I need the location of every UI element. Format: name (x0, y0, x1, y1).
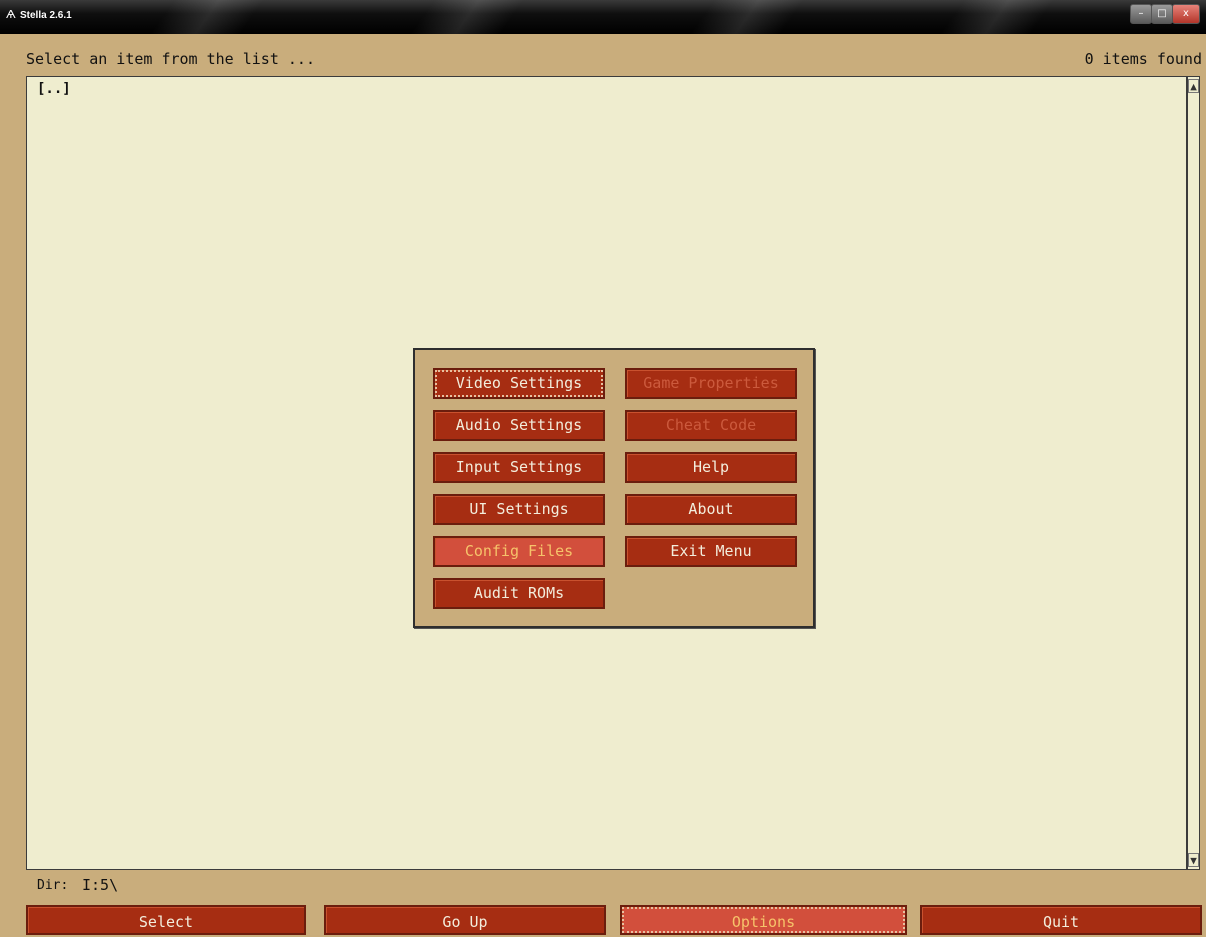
select-button[interactable]: Select (26, 905, 306, 935)
list-scrollbar[interactable]: ▲ ▼ (1187, 76, 1200, 870)
scroll-down-arrow-icon[interactable]: ▼ (1188, 853, 1199, 867)
title-bar-shine (678, 0, 812, 34)
window-title: Stella 2.6.1 (20, 10, 72, 21)
input-settings-button[interactable]: Input Settings (433, 452, 605, 483)
maximize-button[interactable]: □ (1151, 4, 1173, 24)
go-up-button[interactable]: Go Up (324, 905, 606, 935)
video-settings-button[interactable]: Video Settings (433, 368, 605, 399)
cheat-code-button[interactable]: Cheat Code (625, 410, 797, 441)
audit-roms-button[interactable]: Audit ROMs (433, 578, 605, 609)
ui-settings-button[interactable]: UI Settings (433, 494, 605, 525)
items-found-count: 0 items found (1084, 50, 1202, 68)
about-button[interactable]: About (625, 494, 797, 525)
dir-path: I:5\ (82, 876, 119, 894)
help-button[interactable]: Help (625, 452, 797, 483)
exit-menu-button[interactable]: Exit Menu (625, 536, 797, 567)
dir-label: Dir: (37, 878, 69, 893)
title-bar-shine (398, 0, 532, 34)
quit-button[interactable]: Quit (920, 905, 1202, 935)
minimize-button[interactable]: – (1130, 4, 1152, 24)
close-button[interactable]: x (1172, 4, 1200, 24)
atari-logo-icon: Ѧ (6, 8, 16, 21)
window-title-bar: Ѧ Stella 2.6.1 – □ x (0, 0, 1206, 34)
list-prompt: Select an item from the list ... (26, 50, 315, 68)
game-properties-button[interactable]: Game Properties (625, 368, 797, 399)
options-button[interactable]: Options (620, 905, 907, 935)
scroll-up-arrow-icon[interactable]: ▲ (1188, 79, 1199, 93)
list-item-parent-dir[interactable]: [..] (37, 81, 71, 97)
config-files-button[interactable]: Config Files (433, 536, 605, 567)
title-bar-shine (138, 0, 272, 34)
title-bar-shine (928, 0, 1062, 34)
audio-settings-button[interactable]: Audio Settings (433, 410, 605, 441)
options-dialog: Video Settings Audio Settings Input Sett… (413, 348, 815, 628)
window-controls: – □ x (1130, 4, 1200, 24)
